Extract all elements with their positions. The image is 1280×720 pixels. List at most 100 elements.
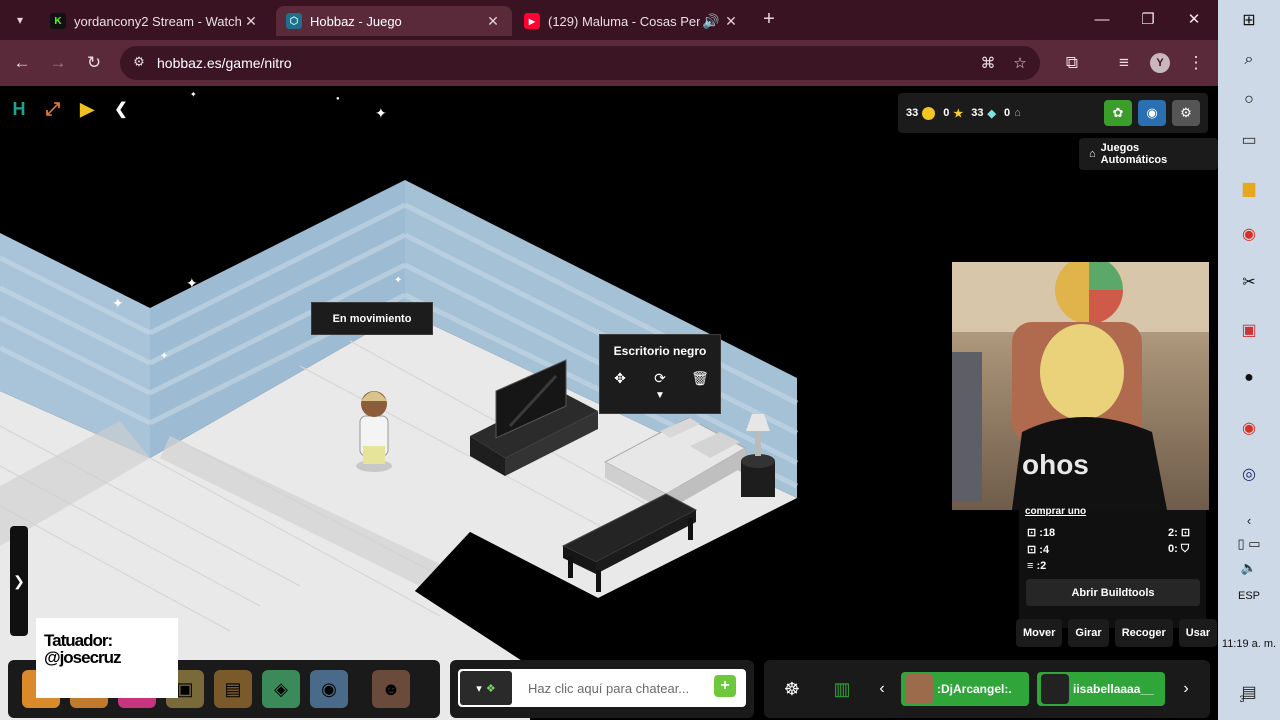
quick-buttons: ✿ ◉ ⚙ [1104,100,1200,126]
pickup-button[interactable]: Recoger [1114,619,1173,647]
list-icon: ≡ [1027,560,1034,572]
map-icon[interactable]: ▥ [828,675,856,703]
chevron-right-icon[interactable]: › [1172,675,1200,703]
volume-icon[interactable]: 🔈 [1237,556,1261,580]
new-tab-button[interactable]: + [758,9,780,31]
browser-tab-bar: ▾ K yordancony2 Stream - Watch U ✕ ⬡ Hob… [0,0,1218,40]
trash-icon[interactable]: 🗑 [686,368,714,388]
diamond-icon: ◆ [987,107,996,120]
buy-one-link[interactable]: comprar uno [1025,506,1086,517]
minimize-button[interactable]: — [1082,8,1122,32]
device-tray-icon[interactable]: ▯ ▭ [1237,532,1261,556]
inventory-chest-icon[interactable]: ▤ [214,670,252,708]
builders-icon[interactable]: ◈ [262,670,300,708]
chat-placeholder[interactable]: Haz clic aquí para chatear... [528,681,689,696]
tab-youtube[interactable]: ▶ (129) Maluma - Cosas Pend 🔊 ✕ [514,6,750,36]
move-button[interactable]: Mover [1016,619,1063,647]
tattoo-artist-watermark: Tatuador: @josecruz [36,618,178,698]
translate-icon[interactable]: ⌘ [978,54,998,74]
close-window-button[interactable]: ✕ [1174,8,1214,32]
stars-value: 0 [943,107,950,119]
friend-chip[interactable]: iisabellaaaa__ [1037,672,1165,706]
profile-avatar[interactable]: Y [1150,53,1170,73]
restore-button[interactable]: ❐ [1128,8,1168,32]
tab-search-chevron-icon[interactable]: ▾ [8,8,32,32]
chevron-down-icon[interactable]: ▼ [600,390,720,401]
avatar-profile-icon[interactable]: ☻ [372,670,410,708]
shield-icon: ⛉ [1180,543,1190,555]
fullscreen-arrows-icon[interactable]: ⤢ [40,96,66,122]
app-window-icon[interactable]: ▣ [1237,318,1261,342]
svg-text:ohos: ohos [1022,449,1089,480]
search-icon[interactable]: ⌕ [1237,48,1261,72]
chevron-left-icon[interactable]: ‹ [868,675,896,703]
side-panel-toggle[interactable]: ❯ [10,526,28,636]
cortana-circle-icon[interactable]: ○ [1237,88,1261,112]
moving-status-bubble: En movimiento [311,302,433,335]
audio-playing-icon[interactable]: 🔊 [700,13,722,30]
chevron-left-icon[interactable]: ❮ [108,96,134,122]
use-button[interactable]: Usar [1178,619,1218,647]
stat-value: :4 [1039,544,1050,556]
friends-group-icon[interactable]: ☸ [778,675,806,703]
address-bar[interactable]: ⚙ hobbaz.es/game/nitro ⌘ ☆ [120,46,1040,80]
clock-time[interactable]: 11:19 a. m. [1218,638,1280,650]
menu-kebab-icon[interactable]: ⋮ [1184,51,1208,75]
friends-bar: ☸ ▥ ‹ :DjArcangel:. iisabellaaaa__ › [764,660,1210,718]
reload-button[interactable]: ↻ [82,51,106,75]
stat-value: :2 [1036,560,1047,572]
points-value: 0 [1003,107,1011,119]
help-lifebuoy-icon[interactable]: ◉ [1138,100,1166,126]
chevron-right-icon: ❯ [13,572,25,589]
file-explorer-icon[interactable]: ▆ [1237,176,1261,200]
diamonds-counter: 33 ◆ [971,107,996,120]
move-arrows-icon[interactable]: ✥ [606,368,634,388]
furni-name: Escritorio negro [613,344,707,358]
chrome-profile-icon[interactable]: ◉ [1237,416,1261,440]
obs-icon[interactable]: ● [1237,366,1261,390]
auto-games-label: Juegos Automáticos [1100,142,1168,166]
notifications-count: 3 [1239,694,1245,704]
windows-taskbar: ⊞ ⌕ ○ ▭ ▆ ◉ ✂ ▣ ● ◉ ◎ ‹ ▯ ▭ 🔈 ESP 11:19 … [1218,0,1280,720]
tab-hobbaz[interactable]: ⬡ Hobbaz - Juego ✕ [276,6,512,36]
stat-value: 2: [1168,527,1178,539]
tab-kick-stream[interactable]: K yordancony2 Stream - Watch U ✕ [40,6,270,36]
media-controls-icon[interactable]: ≡ [1112,51,1136,75]
hobbaz-logo-icon[interactable]: H [6,96,32,122]
game-viewport[interactable]: ✦ ● ✦ ✦ ✦ ✦ ✦ H ⤢ ▶ ❮ 33 0 ★ 33 ◆ 0 ⌂ ✿ ◉ ⚙… [0,86,1218,720]
url-text[interactable]: hobbaz.es/game/nitro [157,55,292,71]
friend-chip[interactable]: :DjArcangel:. [901,672,1029,706]
bookmark-star-icon[interactable]: ☆ [1010,54,1030,74]
catalog-icon[interactable]: ✿ [1104,100,1132,126]
capcut-icon[interactable]: ✂ [1237,270,1261,294]
sparkle-icon: ● [336,96,340,102]
chat-plus-button[interactable]: + [714,675,736,697]
input-language[interactable]: ESP [1218,590,1280,602]
site-info-icon[interactable]: ⚙ [130,54,148,72]
gamepad-icon: ⌂ [1089,148,1096,160]
currency-bar: 33 0 ★ 33 ◆ 0 ⌂ ✿ ◉ ⚙ [898,93,1208,133]
close-tab-icon[interactable]: ✕ [722,13,740,30]
chat-style-selector[interactable]: ▾ ❖ [460,671,512,705]
stat-row: 0: ⛉ [1168,543,1189,556]
stars-counter: 0 ★ [943,107,963,120]
play-arrow-icon[interactable]: ▶ [74,96,100,122]
windows-start-icon[interactable]: ⊞ [1237,8,1261,32]
auto-games-button[interactable]: ⌂ Juegos Automáticos [1079,138,1218,170]
forward-button[interactable]: → [46,51,70,75]
diamonds-value: 33 [971,107,984,119]
app-circle-icon[interactable]: ◎ [1237,462,1261,486]
close-tab-icon[interactable]: ✕ [242,13,260,30]
stat-value: 0: [1168,543,1178,555]
tray-chevron-icon[interactable]: ‹ [1237,508,1261,532]
task-view-icon[interactable]: ▭ [1237,128,1261,152]
close-tab-icon[interactable]: ✕ [484,13,502,30]
camera-icon[interactable]: ◉ [310,670,348,708]
rotate-button[interactable]: Girar [1068,619,1109,647]
extensions-icon[interactable]: ⧉ [1060,51,1084,75]
open-buildtools-button[interactable]: Abrir Buildtools [1026,579,1200,606]
chrome-icon[interactable]: ◉ [1237,222,1261,246]
back-button[interactable]: ← [10,51,34,75]
rotate-icon[interactable]: ⟳ [646,368,674,388]
settings-gear-icon[interactable]: ⚙ [1172,100,1200,126]
